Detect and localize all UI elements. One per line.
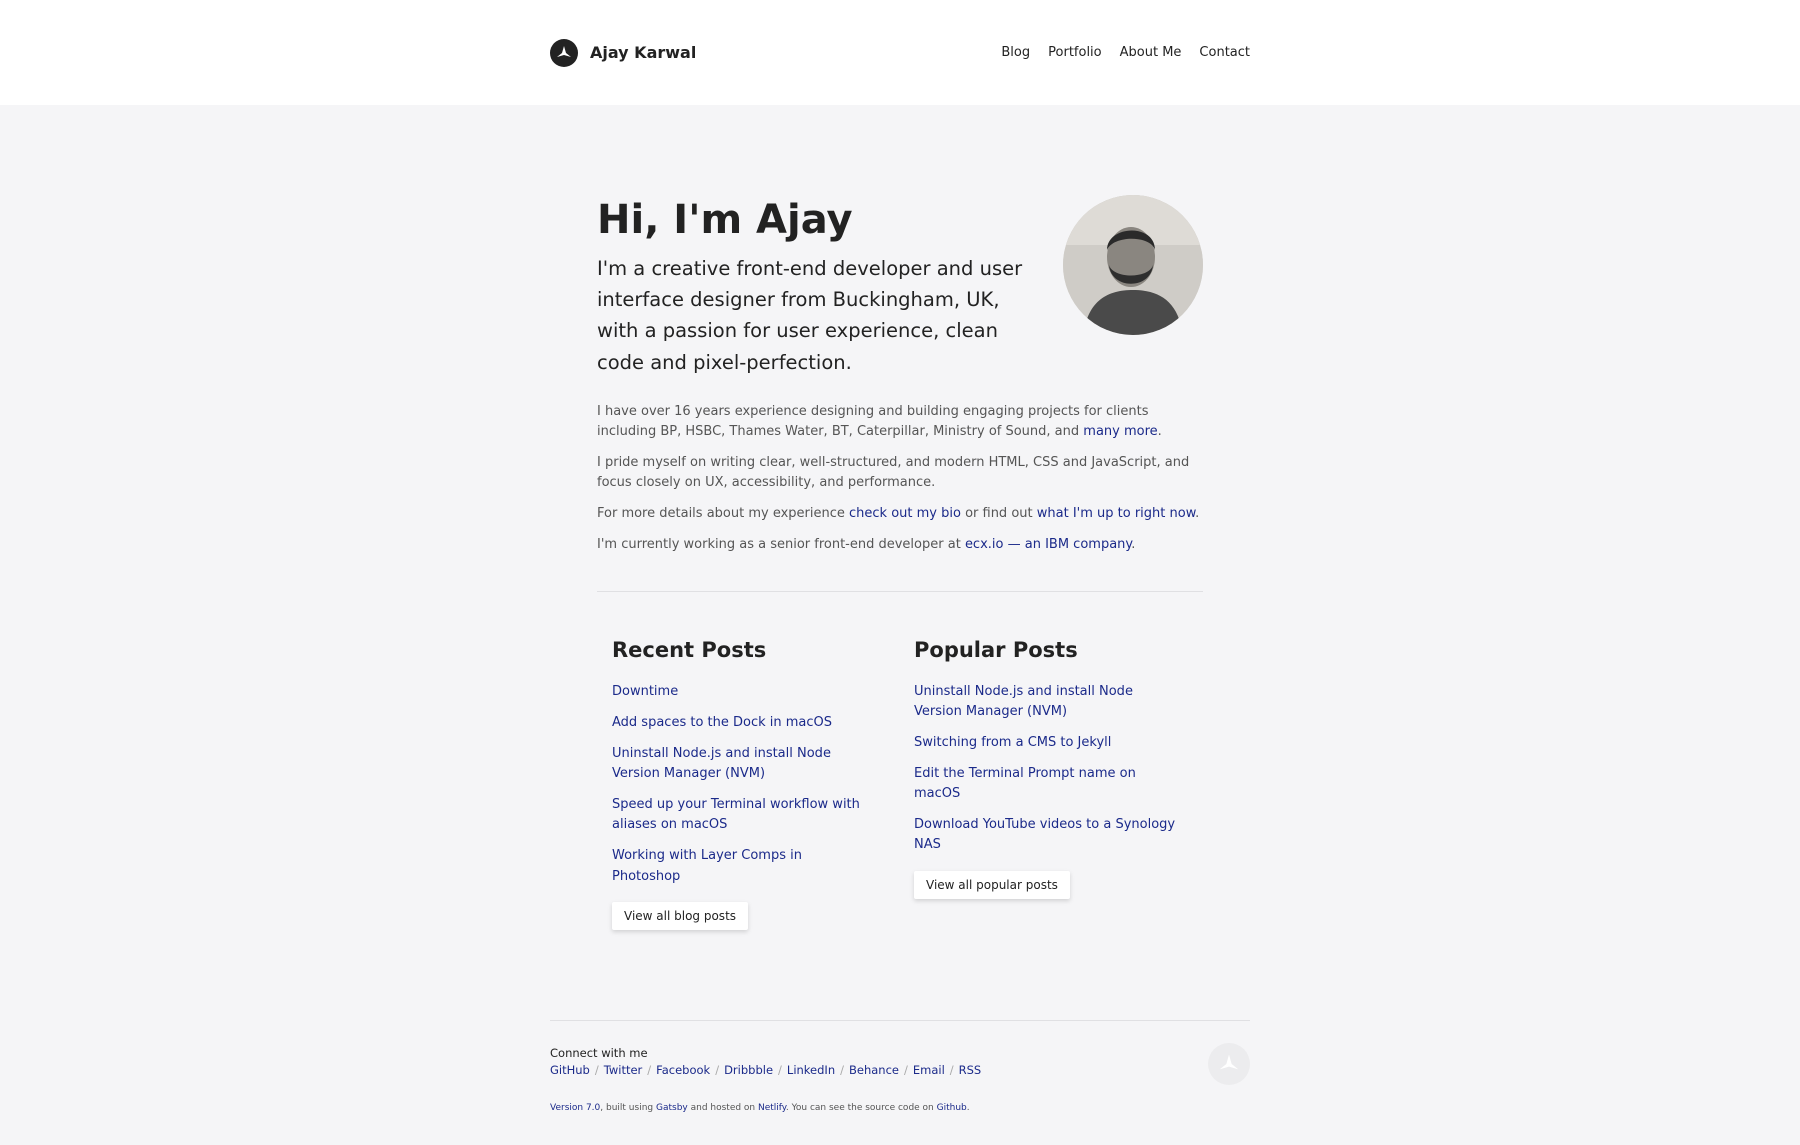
site-header: Ajay Karwal Blog Portfolio About Me Cont…	[0, 0, 1800, 105]
bio: I have over 16 years experience designin…	[597, 402, 1203, 556]
intro: Hi, I'm Ajay I'm a creative front-end de…	[597, 195, 1203, 378]
now-link[interactable]: what I'm up to right now	[1037, 506, 1195, 521]
separator: /	[949, 1062, 954, 1077]
bio-text: or find out	[960, 506, 1037, 522]
view-all-blog-posts-button[interactable]: View all blog posts	[612, 901, 749, 930]
popular-posts: Popular Posts Uninstall Node.js and inst…	[914, 638, 1176, 930]
employer-link[interactable]: ecx.io — an IBM company	[965, 537, 1131, 552]
nav-about-me[interactable]: About Me	[1120, 45, 1182, 60]
main-content: Hi, I'm Ajay I'm a creative front-end de…	[597, 105, 1203, 930]
list-item: Edit the Terminal Prompt name on macOS	[914, 764, 1176, 804]
credits-text: . You can see the source code on	[785, 1102, 937, 1113]
separator: /	[840, 1062, 844, 1077]
site-footer: Connect with me GitHub / Twitter / Facebook /…	[550, 1019, 1250, 1113]
popular-posts-list: Uninstall Node.js and install Node Versi…	[914, 682, 1176, 856]
credits-text: and hosted on	[687, 1102, 758, 1113]
gatsby-link[interactable]: Gatsby	[656, 1103, 688, 1113]
view-all-popular-posts-button[interactable]: View all popular posts	[914, 870, 1070, 899]
nav-portfolio[interactable]: Portfolio	[1048, 45, 1101, 60]
footer-logo-icon[interactable]	[1208, 1042, 1250, 1085]
recent-posts-list: Downtime Add spaces to the Dock in macOS…	[612, 682, 874, 887]
bio-text: I have over 16 years experience designin…	[597, 403, 1149, 439]
netlify-link[interactable]: Netlify	[758, 1103, 786, 1113]
brand-name: Ajay Karwal	[590, 43, 697, 62]
list-item: Uninstall Node.js and install Node Versi…	[914, 682, 1176, 722]
social-github-link[interactable]: GitHub	[550, 1063, 590, 1077]
separator: /	[594, 1062, 599, 1077]
bio-paragraph-3: For more details about my experience che…	[597, 504, 1203, 524]
page-title: Hi, I'm Ajay	[597, 197, 853, 243]
intro-text: Hi, I'm Ajay I'm a creative front-end de…	[597, 195, 1047, 378]
bio-paragraph-2: I pride myself on writing clear, well-st…	[597, 455, 1190, 491]
bio-text: I'm currently working as a senior front-…	[597, 537, 965, 553]
list-item: Downtime	[612, 682, 874, 702]
header-inner: Ajay Karwal Blog Portfolio About Me Cont…	[550, 0, 1250, 105]
social-email-link[interactable]: Email	[913, 1063, 945, 1077]
connect-label: Connect with me	[550, 1045, 648, 1060]
social-rss-link[interactable]: RSS	[959, 1063, 982, 1077]
list-item: Switching from a CMS to Jekyll	[914, 733, 1176, 753]
separator: /	[647, 1062, 652, 1077]
social-links: GitHub / Twitter / Facebook / Dribbble / LinkedI…	[550, 1063, 1250, 1077]
list-item: Uninstall Node.js and install Node Versi…	[612, 744, 874, 784]
divider	[597, 590, 1203, 592]
list-item: Download YouTube videos to a Synology NA…	[914, 815, 1176, 855]
separator: /	[715, 1062, 720, 1077]
social-dribbble-link[interactable]: Dribbble	[724, 1063, 773, 1077]
recent-post-link[interactable]: Working with Layer Comps in Photoshop	[612, 848, 802, 883]
popular-post-link[interactable]: Uninstall Node.js and install Node Versi…	[914, 684, 1133, 719]
punctuation: .	[1131, 537, 1136, 553]
avatar	[1063, 195, 1203, 335]
punctuation: .	[1157, 423, 1162, 439]
intro-lead: I'm a creative front-end developer and u…	[597, 257, 1023, 374]
bio-paragraph-1: I have over 16 years experience designin…	[597, 402, 1203, 442]
bio-text: For more details about my experience	[597, 506, 850, 522]
recent-post-link[interactable]: Speed up your Terminal workflow with ali…	[612, 797, 860, 832]
punctuation: .	[1195, 506, 1200, 522]
recent-posts-title: Recent Posts	[612, 637, 767, 662]
popular-post-link[interactable]: Download YouTube videos to a Synology NA…	[914, 817, 1175, 852]
main-nav: Blog Portfolio About Me Contact	[1001, 45, 1250, 60]
ajay-karwal-logo-icon	[550, 38, 578, 67]
posts-section: Recent Posts Downtime Add spaces to the …	[597, 638, 1203, 930]
list-item: Working with Layer Comps in Photoshop	[612, 846, 874, 886]
social-linkedin-link[interactable]: LinkedIn	[787, 1063, 835, 1077]
bio-paragraph-4: I'm currently working as a senior front-…	[597, 535, 1203, 555]
social-facebook-link[interactable]: Facebook	[656, 1063, 710, 1077]
social-twitter-link[interactable]: Twitter	[604, 1063, 643, 1077]
list-item: Speed up your Terminal workflow with ali…	[612, 795, 874, 835]
credits-text: , built using	[600, 1102, 656, 1113]
nav-blog[interactable]: Blog	[1001, 45, 1030, 60]
credits-text: .	[966, 1102, 970, 1113]
separator: /	[778, 1062, 782, 1077]
social-behance-link[interactable]: Behance	[849, 1063, 899, 1077]
many-more-link[interactable]: many more	[1083, 424, 1157, 439]
bio-link[interactable]: check out my bio	[849, 506, 961, 521]
separator: /	[903, 1062, 908, 1077]
credits: Version 7.0, built using Gatsby and host…	[550, 1103, 1250, 1113]
popular-posts-title: Popular Posts	[914, 637, 1078, 662]
recent-post-link[interactable]: Downtime	[612, 684, 678, 699]
recent-post-link[interactable]: Uninstall Node.js and install Node Versi…	[612, 746, 831, 781]
recent-posts: Recent Posts Downtime Add spaces to the …	[612, 638, 874, 930]
home-link[interactable]: Ajay Karwal	[550, 38, 697, 67]
recent-post-link[interactable]: Add spaces to the Dock in macOS	[612, 715, 832, 730]
nav-contact[interactable]: Contact	[1199, 45, 1250, 60]
version-link[interactable]: Version 7.0	[550, 1103, 600, 1113]
popular-post-link[interactable]: Edit the Terminal Prompt name on macOS	[914, 766, 1136, 801]
popular-post-link[interactable]: Switching from a CMS to Jekyll	[914, 735, 1111, 750]
github-source-link[interactable]: Github	[937, 1103, 967, 1113]
list-item: Add spaces to the Dock in macOS	[612, 713, 874, 733]
